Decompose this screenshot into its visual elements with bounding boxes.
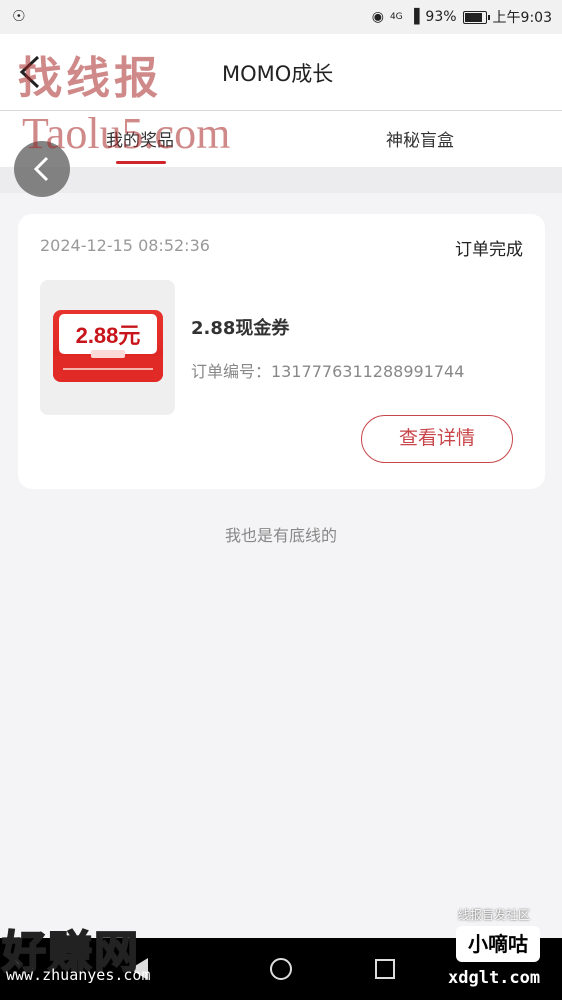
watermark-top: 找线报	[18, 53, 162, 104]
prize-name: 2.88现金券	[191, 318, 290, 339]
divider-strip	[0, 167, 562, 193]
battery-percent: 93%	[425, 9, 457, 25]
order-status: 订单完成	[455, 240, 523, 260]
nav-recent-apps-icon[interactable]	[375, 959, 395, 979]
page: ☉ ◉ 4G ▐ 93% 上午9:03 MOMO成长 我的奖品 神秘盲盒 202…	[0, 0, 562, 1000]
battery-icon	[462, 10, 490, 24]
network-label: 4G	[389, 12, 403, 22]
view-details-button[interactable]: 查看详情	[361, 415, 513, 463]
prize-thumbnail: 2.88元	[40, 280, 175, 415]
status-right: ◉ 4G ▐ 93% 上午9:03	[372, 7, 552, 27]
tab-mystery-box[interactable]: 神秘盲盒	[386, 126, 454, 151]
watermark-badge: 小嘀咕	[456, 926, 540, 962]
coupon-image: 2.88元	[53, 310, 163, 382]
end-of-list-note: 我也是有底线的	[224, 526, 337, 545]
clock: 上午9:03	[492, 10, 552, 26]
app-notification-icon: ☉	[12, 7, 26, 25]
order-number: 订单编号：1317776311288991744	[191, 362, 465, 381]
signal-icon: ▐	[408, 9, 420, 25]
order-card: 2024-12-15 08:52:36 订单完成 2.88元 2.88现金券 订…	[18, 214, 545, 489]
page-title: MOMO成长	[222, 62, 334, 86]
watermark-community: 线报盲发社区	[458, 908, 531, 922]
watermark-taolu: Taolu5.com	[22, 109, 231, 158]
active-tab-indicator	[116, 161, 166, 164]
coupon-amount: 2.88元	[75, 323, 141, 348]
nav-home-icon[interactable]	[270, 958, 292, 980]
watermark-zhuanyes: www.zhuanyes.com	[6, 966, 151, 984]
watermark-xdglt: xdglt.com	[448, 968, 541, 988]
status-bar: ☉ ◉ 4G ▐ 93% 上午9:03	[0, 0, 562, 34]
order-time: 2024-12-15 08:52:36	[40, 236, 210, 255]
eye-icon: ◉	[371, 9, 384, 25]
